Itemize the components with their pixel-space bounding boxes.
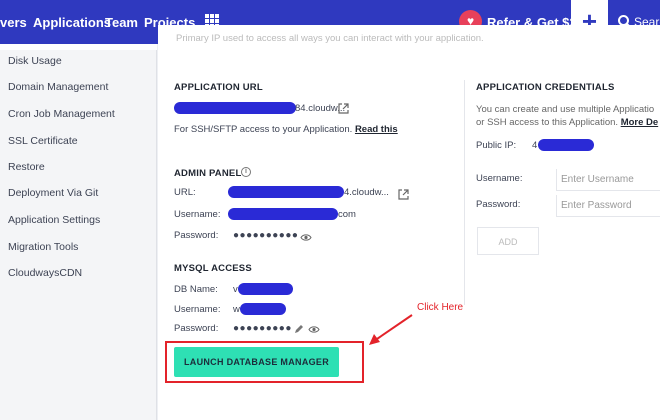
application-url-title: APPLICATION URL [174, 82, 263, 93]
read-this-link[interactable]: Read this [355, 124, 398, 135]
click-here-annotation: Click Here [417, 302, 464, 313]
cred-password-input[interactable]: Enter Password [556, 195, 660, 217]
top-note: Primary IP used to access all ways you c… [176, 33, 484, 44]
sidebar-item-deployment-via-git[interactable]: Deployment Via Git [8, 187, 98, 199]
sidebar-item-domain-management[interactable]: Domain Management [8, 81, 108, 93]
redacted-admin-url [228, 186, 344, 198]
external-link-icon[interactable] [398, 189, 409, 200]
nav-team[interactable]: Team [105, 15, 138, 30]
eye-icon[interactable] [308, 325, 320, 334]
more-details-link[interactable]: More De [621, 117, 658, 128]
nav-applications[interactable]: Applications [33, 15, 111, 30]
mysql-access-title: MYSQL ACCESS [174, 263, 252, 274]
redacted-url [174, 102, 296, 114]
db-name-label: DB Name: [174, 284, 218, 295]
sidebar-item-application-settings[interactable]: Application Settings [8, 214, 100, 226]
mysql-username-label: Username: [174, 304, 221, 315]
highlight-box [165, 341, 364, 383]
cred-username-label: Username: [476, 173, 523, 184]
credentials-desc-line2: or SSH access to this Application. More … [476, 117, 659, 128]
redacted-admin-username [228, 208, 338, 220]
admin-url-label: URL: [174, 187, 196, 198]
cred-username-input[interactable]: Enter Username [556, 169, 660, 191]
admin-url-value[interactable]: 4.cloudw... [344, 187, 389, 198]
info-icon[interactable]: i [241, 167, 251, 177]
sidebar-item-migration-tools[interactable]: Migration Tools [8, 241, 78, 253]
public-ip-label: Public IP: [476, 140, 517, 151]
sidebar: Disk Usage Domain Management Cron Job Ma… [0, 44, 157, 420]
sidebar-top-strip [0, 44, 157, 50]
add-credential-button[interactable]: ADD [477, 227, 539, 255]
sidebar-item-disk-usage[interactable]: Disk Usage [8, 55, 62, 67]
column-divider [464, 80, 465, 305]
arrow-annotation [369, 314, 413, 345]
admin-panel-title: ADMIN PANEL [174, 168, 242, 179]
pencil-icon[interactable] [294, 324, 304, 334]
mysql-username-prefix: w [233, 304, 240, 315]
sidebar-item-restore[interactable]: Restore [8, 161, 45, 173]
application-credentials-title: APPLICATION CREDENTIALS [476, 82, 615, 93]
redacted-mysql-username [240, 303, 286, 315]
app-url-note: For SSH/SFTP access to your Application.… [174, 124, 398, 135]
mysql-password-value: ●●●●●●●●● [233, 323, 292, 334]
sidebar-item-ssl-certificate[interactable]: SSL Certificate [8, 135, 78, 147]
credentials-desc-line1: You can create and use multiple Applicat… [476, 104, 655, 115]
sidebar-item-cloudwayscdn[interactable]: CloudwaysCDN [8, 267, 82, 279]
redacted-public-ip [538, 139, 594, 151]
eye-icon[interactable] [300, 233, 312, 242]
admin-username-value: com [338, 209, 356, 220]
nav-servers[interactable]: vers [0, 15, 27, 30]
redacted-db-name [238, 283, 293, 295]
public-ip-prefix: 4 [532, 140, 538, 151]
admin-username-label: Username: [174, 209, 221, 220]
cred-password-label: Password: [476, 199, 521, 210]
mysql-password-label: Password: [174, 323, 219, 334]
external-link-icon[interactable] [338, 103, 349, 114]
admin-password-value: ●●●●●●●●●● [233, 230, 299, 241]
sidebar-item-cron-job-management[interactable]: Cron Job Management [8, 108, 115, 120]
admin-password-label: Password: [174, 230, 219, 241]
